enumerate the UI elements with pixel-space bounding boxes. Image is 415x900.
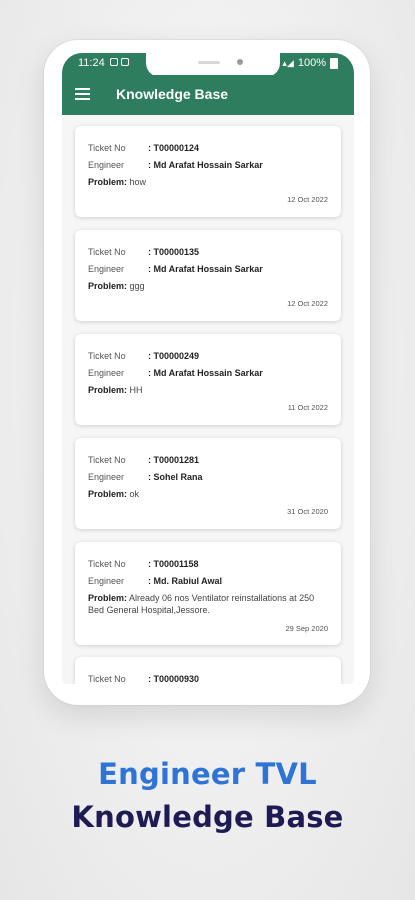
ticket-card[interactable]: Ticket No : T00000124 Engineer : Md Arafat… <box>75 126 341 217</box>
ticket-no-value: : T00000135 <box>148 247 200 257</box>
engineer-value: : Md Arafat Hossain Sarkar <box>148 368 263 378</box>
menu-icon[interactable] <box>75 88 90 100</box>
image-notification-icon <box>110 58 118 66</box>
problem-label: Problem: <box>88 385 128 395</box>
problem-label: Problem: <box>88 593 128 603</box>
ticket-no-value: : T00001158 <box>148 559 199 569</box>
speaker-grille <box>198 61 220 64</box>
problem-label: Problem: <box>88 489 128 499</box>
app-bar: Knowledge Base <box>62 75 354 115</box>
ticket-card[interactable]: Ticket No : T00000249 Engineer : Md Arafat… <box>75 334 341 425</box>
ticket-no-value: : T00001281 <box>148 455 200 465</box>
problem-text: ok <box>129 489 140 499</box>
ticket-no-label: Ticket No <box>88 247 126 257</box>
ticket-no-label: Ticket No <box>88 143 126 153</box>
app-notification-icon <box>121 58 129 66</box>
ticket-date: 12 Oct 2022 <box>287 195 328 204</box>
ticket-date: 31 Oct 2020 <box>287 507 328 516</box>
problem-text: how <box>129 177 147 187</box>
ticket-no-label: Ticket No <box>88 559 126 569</box>
problem-line: Problem: how <box>88 176 329 188</box>
ticket-no-label: Ticket No <box>88 351 126 361</box>
battery-icon <box>330 57 338 69</box>
ticket-date: 29 Sep 2020 <box>285 624 328 633</box>
wifi-signal-icon: ▴◢ <box>282 57 294 68</box>
phone-notch <box>146 53 280 77</box>
ticket-no-value: : T00000930 <box>148 674 200 684</box>
ticket-no-value: : T00000249 <box>148 351 200 361</box>
problem-label: Problem: <box>88 281 128 291</box>
ticket-card[interactable]: Ticket No : T00000930 <box>75 657 341 684</box>
status-right: ▴◢ 100% <box>282 57 338 69</box>
problem-line: Problem: Already 06 nos Ventilator reins… <box>88 592 329 616</box>
problem-line: Problem: HH <box>88 384 329 396</box>
ticket-date: 11 Oct 2022 <box>287 403 328 412</box>
promo-title-line1: Engineer TVL <box>98 757 317 791</box>
app-bar-title: Knowledge Base <box>116 86 229 102</box>
camera-dot <box>237 59 243 65</box>
problem-line: Problem: ok <box>88 488 329 500</box>
engineer-value: : Md Arafat Hossain Sarkar <box>148 160 263 170</box>
problem-text: HH <box>129 385 143 395</box>
ticket-no-label: Ticket No <box>88 674 126 684</box>
engineer-label: Engineer <box>88 368 125 378</box>
problem-text: ggg <box>129 281 145 291</box>
engineer-value: : Sohel Rana <box>148 472 203 482</box>
engineer-label: Engineer <box>88 264 125 274</box>
engineer-value: : Md Arafat Hossain Sarkar <box>148 264 263 274</box>
ticket-card[interactable]: Ticket No : T00001158 Engineer : Md. Rabiu… <box>75 542 341 645</box>
ticket-no-value: : T00000124 <box>148 143 200 153</box>
engineer-label: Engineer <box>88 576 125 586</box>
problem-label: Problem: <box>88 177 128 187</box>
ticket-no-label: Ticket No <box>88 455 126 465</box>
notification-icons <box>110 58 129 66</box>
app-screen: 11:24 ▴◢ 100% Knowledge Base Ticket No : … <box>62 53 354 684</box>
engineer-label: Engineer <box>88 160 125 170</box>
engineer-value: : Md. Rabiul Awal <box>148 576 223 586</box>
ticket-card[interactable]: Ticket No : T00000135 Engineer : Md Arafat… <box>75 230 341 321</box>
problem-line: Problem: ggg <box>88 280 329 292</box>
ticket-card[interactable]: Ticket No : T00001281 Engineer : Sohel Ran… <box>75 438 341 529</box>
status-time: 11:24 <box>78 57 105 69</box>
ticket-date: 12 Oct 2022 <box>287 299 328 308</box>
battery-percent: 100% <box>297 57 326 69</box>
promo-title-line2: Knowledge Base <box>71 800 344 834</box>
engineer-label: Engineer <box>88 472 125 482</box>
ticket-list[interactable]: Ticket No : T00000124 Engineer : Md Arafat… <box>62 115 354 684</box>
